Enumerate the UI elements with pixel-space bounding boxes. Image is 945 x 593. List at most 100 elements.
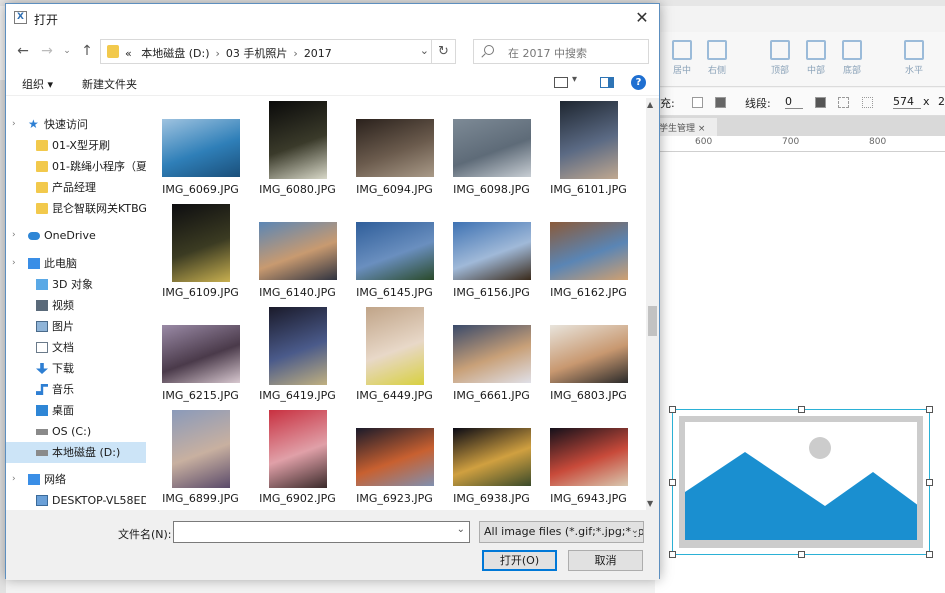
vertical-scrollbar[interactable]: ▲ ▼ (646, 98, 659, 510)
page-tab[interactable]: 学生管理 × (655, 118, 717, 136)
align-center-tool[interactable]: 居中 (665, 40, 699, 76)
nav-item[interactable]: 本地磁盘 (D:) (6, 442, 146, 463)
scroll-thumb[interactable] (648, 306, 657, 336)
nav-item[interactable]: 下载 (6, 358, 146, 379)
file-type-select[interactable]: All image files (*.gif;*.jpg;*.jp ⌄ (479, 521, 644, 543)
close-icon[interactable]: ✕ (631, 7, 653, 29)
chevron-down-icon[interactable]: ⌄ (457, 524, 465, 535)
cancel-button[interactable]: 取消 (568, 550, 643, 571)
chevron-right-icon[interactable]: › (12, 114, 16, 135)
nav-item[interactable]: 桌面 (6, 400, 146, 421)
nav-item[interactable]: › OneDrive (6, 225, 146, 246)
search-input[interactable]: 在 2017 中搜索 (473, 39, 649, 64)
resize-handle[interactable] (926, 551, 933, 558)
chevron-down-icon[interactable]: ⌄ (420, 44, 429, 57)
align-bottom-tool[interactable]: 底部 (835, 40, 869, 76)
nav-item[interactable]: 视频 (6, 295, 146, 316)
scroll-up-icon[interactable]: ▲ (647, 100, 653, 109)
nav-item[interactable]: › ★ 快速访问 (6, 114, 146, 135)
view-options-icon[interactable] (554, 77, 568, 88)
nav-item[interactable]: 音乐 (6, 379, 146, 400)
chevron-right-icon[interactable]: › (210, 47, 226, 60)
resize-handle[interactable] (798, 551, 805, 558)
nav-item[interactable]: 图片 (6, 316, 146, 337)
line-width-input[interactable]: 0 (785, 95, 803, 109)
dialog-titlebar[interactable]: X 打开 ✕ (6, 4, 659, 32)
nav-item[interactable]: 文档 (6, 337, 146, 358)
organize-button[interactable]: 组织 ▾ (22, 76, 53, 92)
file-thumbnail[interactable]: IMG_6145.JPG (346, 201, 443, 301)
file-thumbnail[interactable]: IMG_6938.JPG (443, 407, 540, 507)
file-thumbnail[interactable]: IMG_6661.JPG (443, 304, 540, 404)
file-thumbnail[interactable]: IMG_6162.JPG (540, 201, 637, 301)
filename-input[interactable]: ⌄ (173, 521, 470, 543)
line-style-swatch[interactable] (838, 97, 849, 108)
align-middle-icon (806, 40, 826, 60)
nav-item[interactable]: DESKTOP-VL58ED (6, 490, 146, 510)
file-thumbnail[interactable]: IMG_6943.JPG (540, 407, 637, 507)
align-middle-tool[interactable]: 中部 (799, 40, 833, 76)
resize-handle[interactable] (926, 479, 933, 486)
arrow-style-swatch[interactable] (862, 97, 873, 108)
scroll-down-icon[interactable]: ▼ (647, 499, 653, 508)
file-thumbnail[interactable]: IMG_6069.JPG (152, 98, 249, 198)
line-color-swatch[interactable] (815, 97, 826, 108)
breadcrumb-drive[interactable]: 本地磁盘 (D:) (135, 47, 209, 60)
breadcrumb-folder[interactable]: 03 手机照片 (226, 47, 288, 60)
file-thumbnail[interactable]: IMG_6902.JPG (249, 407, 346, 507)
nav-item[interactable]: OS (C:) (6, 421, 146, 442)
file-thumbnail[interactable]: IMG_6156.JPG (443, 201, 540, 301)
y-coordinate-input[interactable]: 2 (938, 95, 945, 108)
close-tab-icon[interactable]: × (698, 124, 706, 134)
forward-arrow-icon[interactable]: → (38, 41, 56, 61)
chevron-right-icon[interactable]: › (12, 253, 16, 274)
x-coordinate-input[interactable]: 574 (893, 95, 921, 109)
refresh-icon[interactable]: ↻ (431, 40, 455, 63)
align-right-tool[interactable]: 右侧 (700, 40, 734, 76)
resize-handle[interactable] (926, 406, 933, 413)
file-thumbnail[interactable]: IMG_6101.JPG (540, 98, 637, 198)
nav-item[interactable]: 昆仑智联网关KTBG (6, 198, 146, 219)
chevron-right-icon[interactable]: › (12, 225, 16, 246)
open-button[interactable]: 打开(O) (482, 550, 557, 571)
distribute-horizontal-tool[interactable]: 水平 (897, 40, 931, 76)
up-arrow-icon[interactable]: ↑ (78, 41, 96, 61)
address-bar[interactable]: « 本地磁盘 (D:) › 03 手机照片 › 2017 ⌄ ↻ (100, 39, 456, 64)
file-thumbnail[interactable]: IMG_6899.JPG (152, 407, 249, 507)
help-icon[interactable]: ? (631, 75, 646, 90)
preview-pane-icon[interactable] (600, 77, 614, 88)
shadow-swatch[interactable] (715, 97, 726, 108)
chevron-right-icon[interactable]: › (287, 47, 303, 60)
file-thumbnail[interactable]: IMG_6215.JPG (152, 304, 249, 404)
file-thumbnail[interactable]: IMG_6140.JPG (249, 201, 346, 301)
chevron-right-icon[interactable]: › (12, 469, 16, 490)
align-top-tool[interactable]: 顶部 (763, 40, 797, 76)
chevron-down-icon[interactable]: ▾ (572, 74, 577, 85)
resize-handle[interactable] (798, 406, 805, 413)
nav-item[interactable]: 产品经理 (6, 177, 146, 198)
image-placeholder-widget[interactable] (669, 406, 933, 558)
fill-color-swatch[interactable] (692, 97, 703, 108)
back-arrow-icon[interactable]: ← (14, 41, 32, 61)
file-thumbnail[interactable]: IMG_6098.JPG (443, 98, 540, 198)
resize-handle[interactable] (669, 551, 676, 558)
file-thumbnail[interactable]: IMG_6419.JPG (249, 304, 346, 404)
nav-item[interactable]: › 此电脑 (6, 253, 146, 274)
nav-item[interactable]: 01-X型牙刷 (6, 135, 146, 156)
resize-handle[interactable] (669, 479, 676, 486)
file-thumbnail[interactable]: IMG_6080.JPG (249, 98, 346, 198)
file-thumbnail[interactable]: IMG_6449.JPG (346, 304, 443, 404)
file-thumbnail[interactable]: IMG_6109.JPG (152, 201, 249, 301)
file-thumbnail[interactable]: IMG_6923.JPG (346, 407, 443, 507)
nav-item[interactable]: 3D 对象 (6, 274, 146, 295)
breadcrumb-current[interactable]: 2017 (304, 47, 332, 60)
recent-dropdown-icon[interactable]: ⌄ (58, 41, 76, 61)
file-thumbnail[interactable]: IMG_6803.JPG (540, 304, 637, 404)
breadcrumb-overflow[interactable]: « (125, 47, 132, 60)
new-folder-button[interactable]: 新建文件夹 (82, 76, 137, 92)
chevron-down-icon[interactable]: ⌄ (630, 525, 639, 536)
file-thumbnail[interactable]: IMG_6094.JPG (346, 98, 443, 198)
nav-item[interactable]: 01-跳绳小程序（夏 (6, 156, 146, 177)
resize-handle[interactable] (669, 406, 676, 413)
nav-item[interactable]: › 网络 (6, 469, 146, 490)
